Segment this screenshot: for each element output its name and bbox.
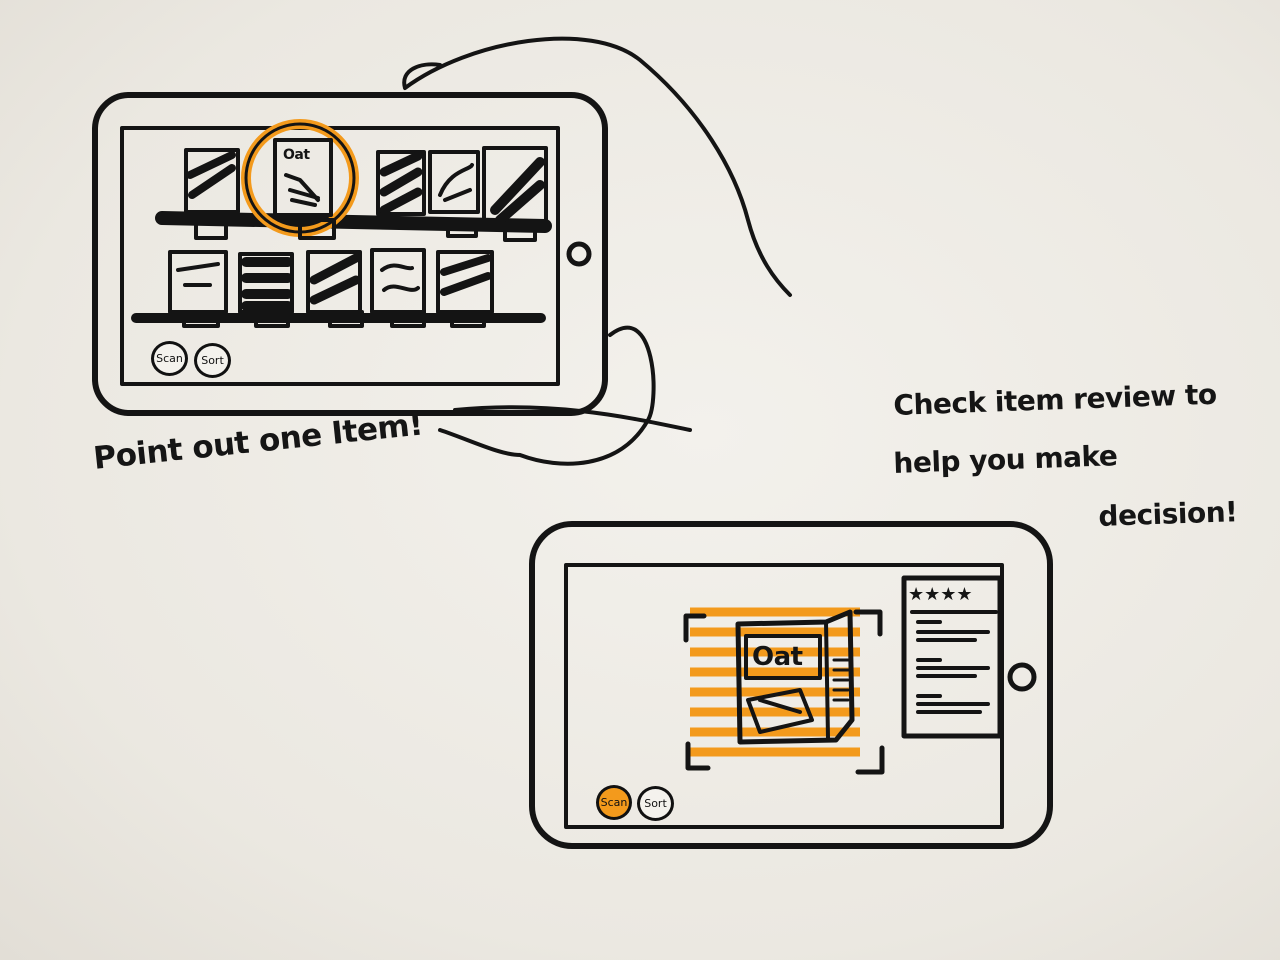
home-button-icon [566,241,592,267]
sort-button[interactable]: Sort [194,343,231,378]
annotation-review-line2: help you make [892,439,1118,480]
scan-highlight [690,607,860,757]
review-stars: ★★★★ [908,584,973,605]
sketch-drawing [92,36,1053,849]
sort-button[interactable]: Sort [637,786,674,821]
scan-button[interactable]: Scan [151,341,188,376]
highlighted-product[interactable] [241,119,359,240]
home-button-icon [1007,662,1037,692]
scan-button-active[interactable]: Scan [596,785,632,820]
highlighted-product-label: Oat [283,147,310,163]
phone-1 [92,36,792,466]
annotation-review-line3: decision! [1097,495,1238,533]
scanned-product-label: Oat [752,642,803,672]
